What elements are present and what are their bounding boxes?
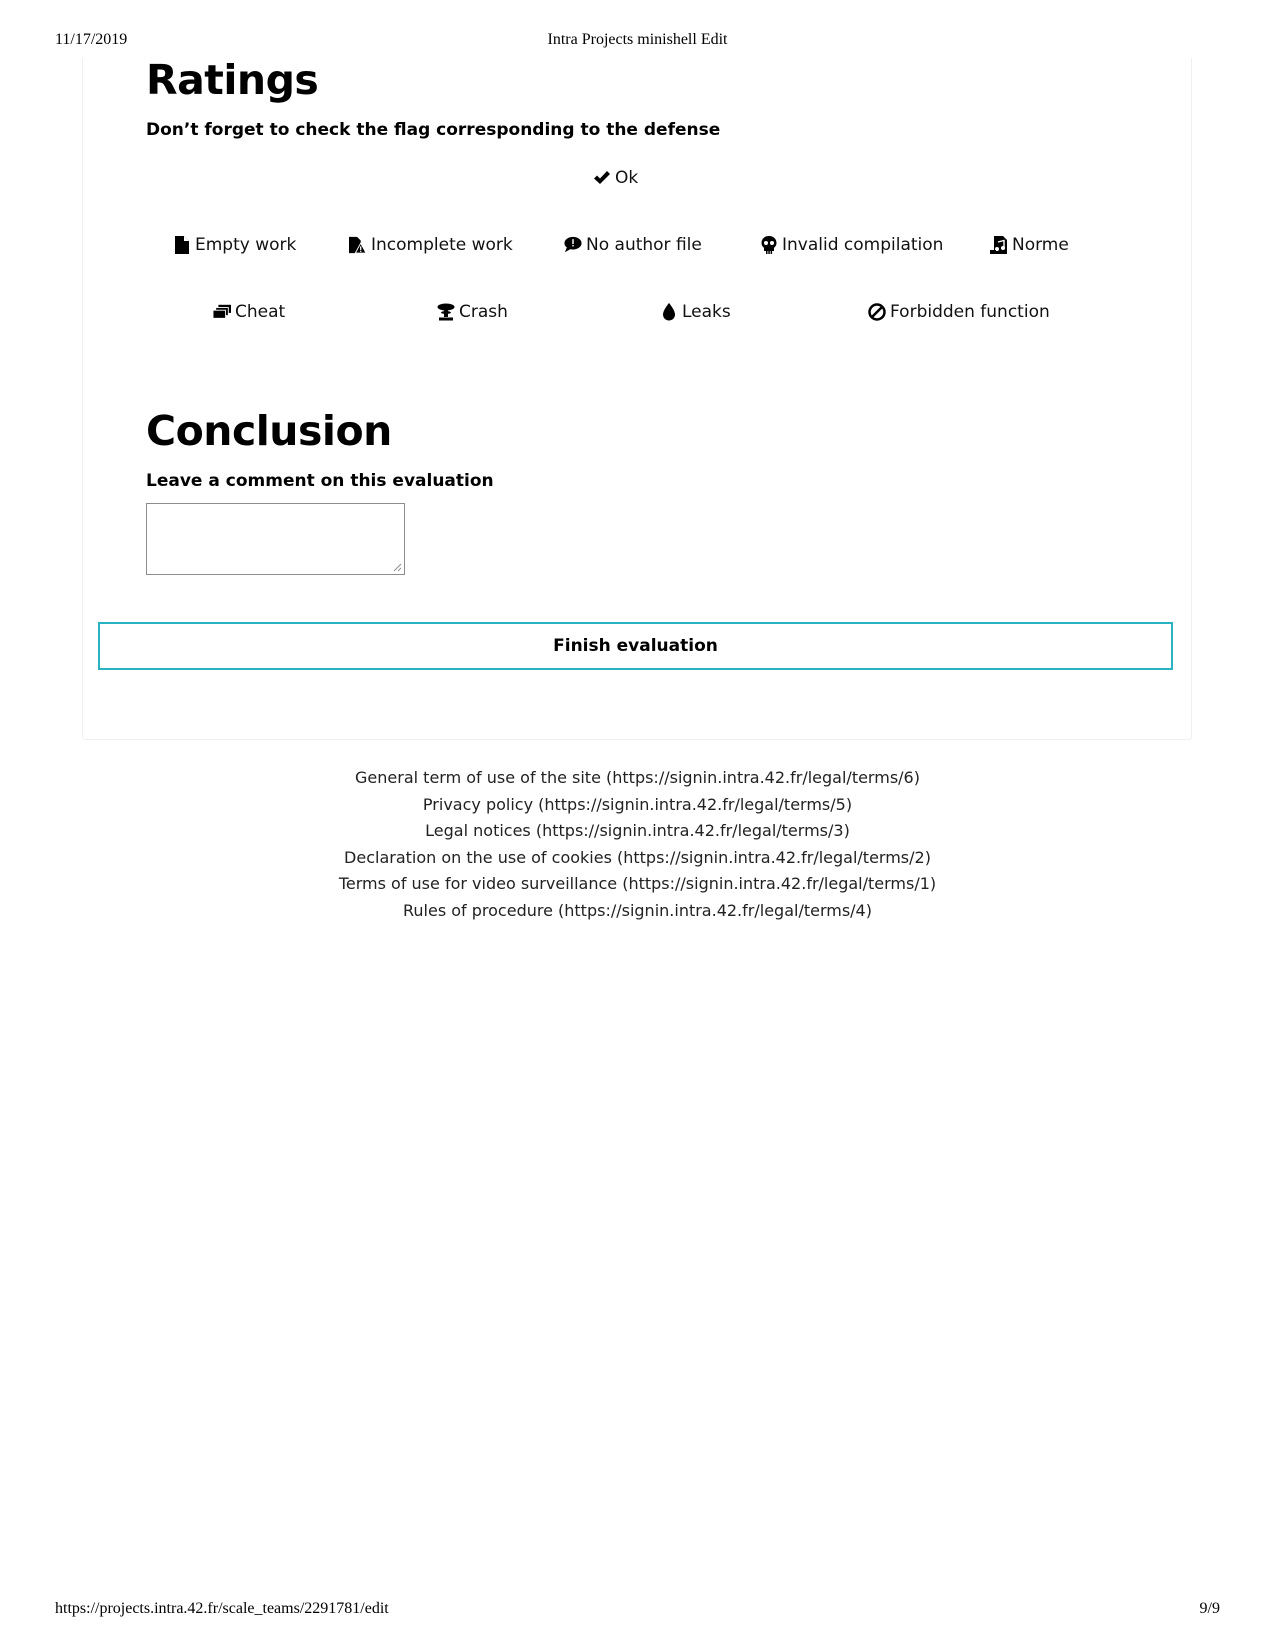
- footer-link-general-terms[interactable]: General term of use of the site (https:/…: [0, 765, 1275, 792]
- footer-link-video-surveillance[interactable]: Terms of use for video surveillance (htt…: [0, 871, 1275, 898]
- check-icon: [593, 168, 611, 188]
- mushroom-cloud-icon: [437, 302, 455, 322]
- flag-forbidden-function[interactable]: Forbidden function: [868, 302, 1050, 322]
- flag-crash[interactable]: Crash: [437, 302, 508, 322]
- conclusion-heading: Conclusion: [146, 407, 392, 455]
- resize-grip-icon[interactable]: [392, 562, 402, 572]
- stacked-cards-icon: [213, 302, 231, 322]
- flag-no-author-file[interactable]: No author file: [564, 235, 702, 255]
- comment-label: Leave a comment on this evaluation: [146, 471, 494, 491]
- footer-links: General term of use of the site (https:/…: [0, 765, 1275, 924]
- flag-incomplete-work[interactable]: Incomplete work: [349, 235, 513, 255]
- finish-evaluation-button[interactable]: Finish evaluation: [98, 622, 1173, 670]
- print-url: https://projects.intra.42.fr/scale_teams…: [55, 1600, 389, 1617]
- file-warning-icon: [349, 235, 367, 255]
- flag-leaks-label: Leaks: [682, 302, 731, 322]
- flag-ok[interactable]: Ok: [593, 168, 638, 188]
- footer-link-cookies[interactable]: Declaration on the use of cookies (https…: [0, 845, 1275, 872]
- flag-invalid-compilation-label: Invalid compilation: [782, 235, 944, 255]
- flag-leaks[interactable]: Leaks: [660, 302, 731, 322]
- print-page-number: 9/9: [1199, 1600, 1220, 1617]
- print-title: Intra Projects minishell Edit: [547, 31, 728, 48]
- skull-icon: [760, 235, 778, 255]
- ratings-heading: Ratings: [146, 56, 319, 104]
- comment-alert-icon: [564, 235, 582, 255]
- flag-ok-label: Ok: [615, 168, 639, 188]
- flag-forbidden-function-label: Forbidden function: [890, 302, 1050, 322]
- file-music-icon: [990, 235, 1008, 255]
- footer-link-legal-notices[interactable]: Legal notices (https://signin.intra.42.f…: [0, 818, 1275, 845]
- flag-crash-label: Crash: [459, 302, 508, 322]
- flag-no-author-file-label: No author file: [586, 235, 702, 255]
- comment-textarea[interactable]: [146, 503, 405, 575]
- flag-incomplete-work-label: Incomplete work: [371, 235, 513, 255]
- ban-icon: [868, 302, 886, 322]
- flag-cheat[interactable]: Cheat: [213, 302, 285, 322]
- drop-icon: [660, 302, 678, 322]
- flag-norme[interactable]: Norme: [990, 235, 1069, 255]
- ratings-subtitle: Don’t forget to check the flag correspon…: [146, 120, 721, 140]
- footer-link-rules-of-procedure[interactable]: Rules of procedure (https://signin.intra…: [0, 898, 1275, 925]
- flag-cheat-label: Cheat: [235, 302, 286, 322]
- flag-norme-label: Norme: [1012, 235, 1069, 255]
- flag-invalid-compilation[interactable]: Invalid compilation: [760, 235, 943, 255]
- file-icon: [173, 235, 191, 255]
- flag-empty-work[interactable]: Empty work: [173, 235, 296, 255]
- footer-link-privacy-policy[interactable]: Privacy policy (https://signin.intra.42.…: [0, 792, 1275, 819]
- flag-empty-work-label: Empty work: [195, 235, 297, 255]
